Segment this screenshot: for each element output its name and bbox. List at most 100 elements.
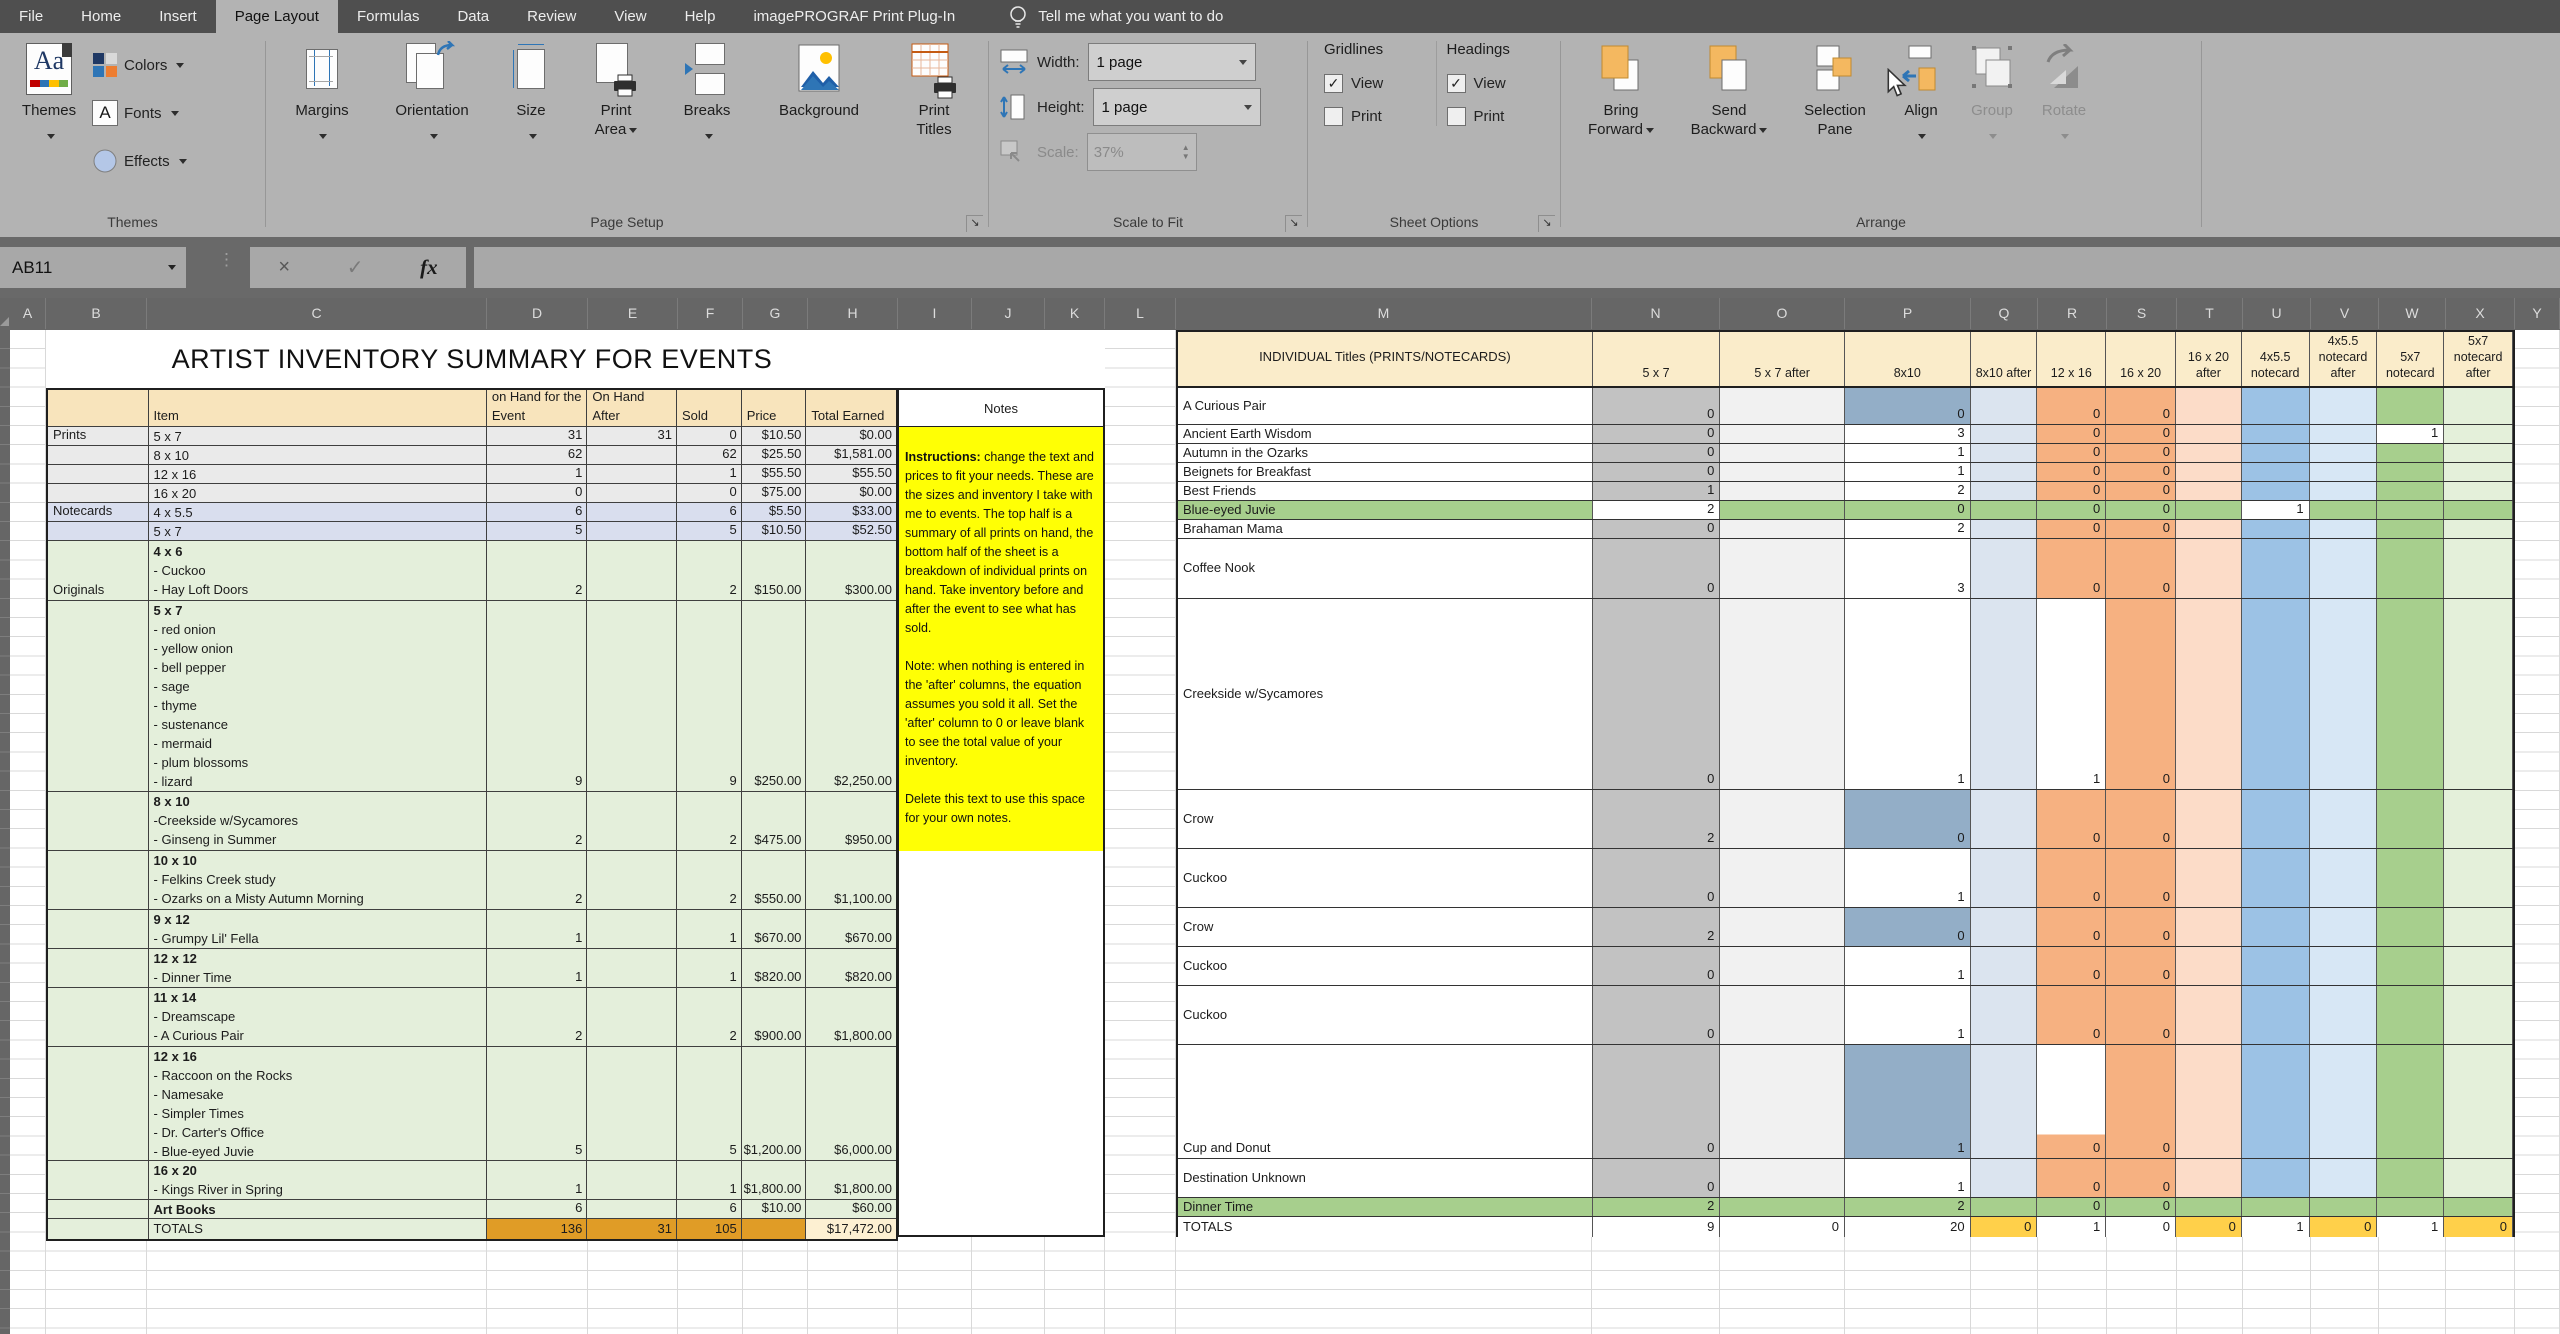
price-cell[interactable]: $5.50 — [742, 503, 807, 521]
total-cell[interactable]: $52.50 — [806, 522, 896, 540]
send-backward-button[interactable]: SendBackward — [1675, 39, 1783, 201]
count-cell[interactable] — [2377, 482, 2444, 500]
after-cell[interactable] — [587, 792, 677, 850]
count-cell[interactable] — [1971, 520, 2038, 538]
scale-spinner[interactable]: 37% ▲▼ — [1087, 133, 1197, 171]
right-col-header-Q[interactable]: 8x10 after — [1971, 332, 2038, 386]
tab-page-layout[interactable]: Page Layout — [216, 0, 338, 33]
title-cell[interactable]: Destination Unknown — [1178, 1159, 1593, 1197]
tab-data[interactable]: Data — [438, 0, 508, 33]
count-cell[interactable] — [2176, 482, 2242, 500]
title-cell[interactable]: Crow — [1178, 908, 1593, 946]
gridlines-print-checkbox[interactable]: Print — [1324, 107, 1432, 126]
count-cell[interactable]: 0 — [2106, 1217, 2176, 1237]
total-cell[interactable]: $6,000.00 — [806, 1047, 896, 1160]
count-cell[interactable] — [2176, 539, 2242, 598]
price-cell[interactable]: $1,200.00 — [742, 1047, 807, 1160]
count-cell[interactable]: 0 — [1593, 425, 1721, 443]
colors-button[interactable]: Colors — [92, 45, 187, 85]
after-cell[interactable] — [587, 988, 677, 1046]
price-cell[interactable]: $250.00 — [742, 601, 807, 791]
sold-cell[interactable]: 1 — [677, 465, 742, 483]
margins-button[interactable]: Margins — [274, 39, 370, 201]
count-cell[interactable]: 0 — [2106, 539, 2176, 598]
spinner-arrows-icon[interactable]: ▲▼ — [1182, 145, 1190, 160]
left-col-header[interactable]: on Hand for the Event — [487, 390, 588, 426]
after-cell[interactable]: 31 — [587, 427, 677, 445]
count-cell[interactable]: 1 — [1845, 849, 1971, 907]
count-cell[interactable]: 0 — [2106, 520, 2176, 538]
count-cell[interactable]: 0 — [2037, 849, 2106, 907]
sold-cell[interactable]: 1 — [677, 1161, 742, 1199]
right-col-header-N[interactable]: 5 x 7 — [1593, 332, 1721, 386]
after-cell[interactable] — [587, 1161, 677, 1199]
count-cell[interactable] — [2377, 986, 2444, 1044]
count-cell[interactable] — [1720, 520, 1845, 538]
right-col-header-W[interactable]: 5x7 notecard — [2377, 332, 2444, 386]
count-cell[interactable] — [2242, 947, 2310, 985]
total-cell[interactable]: $1,100.00 — [806, 851, 896, 909]
enter-icon[interactable]: ✓ — [347, 255, 364, 280]
count-cell[interactable] — [2377, 463, 2444, 481]
on-hand-cell[interactable]: 136 — [487, 1219, 588, 1239]
count-cell[interactable] — [2310, 463, 2378, 481]
total-cell[interactable]: $300.00 — [806, 541, 896, 600]
count-cell[interactable]: 0 — [2106, 501, 2176, 519]
notes-instructions[interactable]: Instructions: change the text and prices… — [899, 427, 1103, 851]
count-cell[interactable] — [2444, 1045, 2513, 1158]
sold-cell[interactable]: 2 — [677, 792, 742, 850]
count-cell[interactable]: 0 — [1845, 908, 1971, 946]
price-cell[interactable]: $670.00 — [742, 910, 807, 948]
count-cell[interactable]: 0 — [1593, 444, 1721, 462]
count-cell[interactable]: 0 — [2037, 482, 2106, 500]
formula-input[interactable] — [474, 247, 2560, 288]
sold-cell[interactable]: 1 — [677, 910, 742, 948]
right-col-header-R[interactable]: 12 x 16 — [2037, 332, 2106, 386]
count-cell[interactable] — [2444, 1159, 2513, 1197]
count-cell[interactable] — [2176, 520, 2242, 538]
total-cell[interactable]: $670.00 — [806, 910, 896, 948]
sold-cell[interactable]: 1 — [677, 949, 742, 987]
count-cell[interactable]: 2 — [1593, 790, 1721, 848]
sold-cell[interactable]: 62 — [677, 446, 742, 464]
count-cell[interactable] — [2444, 599, 2513, 789]
count-cell[interactable]: 1 — [2242, 1217, 2310, 1237]
after-cell[interactable] — [587, 503, 677, 521]
count-cell[interactable] — [2310, 849, 2378, 907]
title-cell[interactable]: Beignets for Breakfast — [1178, 463, 1593, 481]
after-cell[interactable] — [587, 1200, 677, 1218]
count-cell[interactable] — [2444, 790, 2513, 848]
themes-button[interactable]: AaThemes — [8, 39, 90, 201]
item-cell[interactable]: 12 x 16- Raccoon on the Rocks- Namesake-… — [149, 1047, 487, 1160]
total-cell[interactable]: $0.00 — [806, 484, 896, 502]
count-cell[interactable] — [1971, 1159, 2038, 1197]
tab-review[interactable]: Review — [508, 0, 595, 33]
column-header-W[interactable]: W — [2379, 298, 2446, 329]
page-setup-dialog-launcher-icon[interactable]: ↘ — [966, 215, 983, 232]
count-cell[interactable] — [2242, 482, 2310, 500]
category-cell[interactable] — [48, 1219, 149, 1239]
height-combobox[interactable]: 1 page — [1093, 88, 1261, 126]
orientation-button[interactable]: Orientation — [372, 39, 492, 201]
on-hand-cell[interactable]: 2 — [487, 792, 588, 850]
count-cell[interactable] — [1971, 1198, 2038, 1216]
count-cell[interactable]: 0 — [2106, 849, 2176, 907]
on-hand-cell[interactable]: 9 — [487, 601, 588, 791]
count-cell[interactable] — [1971, 599, 2038, 789]
left-col-header[interactable]: Price — [742, 390, 807, 426]
item-cell[interactable]: 4 x 6- Cuckoo- Hay Loft Doors — [149, 541, 487, 600]
tab-insert[interactable]: Insert — [140, 0, 216, 33]
count-cell[interactable] — [2377, 388, 2444, 424]
count-cell[interactable] — [2242, 444, 2310, 462]
group-button[interactable]: Group — [1957, 39, 2027, 201]
count-cell[interactable] — [1971, 539, 2038, 598]
size-button[interactable]: Size — [494, 39, 568, 201]
count-cell[interactable]: 0 — [2106, 463, 2176, 481]
count-cell[interactable] — [2377, 501, 2444, 519]
sold-cell[interactable]: 2 — [677, 988, 742, 1046]
count-cell[interactable] — [1720, 539, 1845, 598]
item-cell[interactable]: Art Books — [149, 1200, 487, 1218]
title-cell[interactable]: Brahaman Mama — [1178, 520, 1593, 538]
count-cell[interactable] — [2310, 1045, 2378, 1158]
name-box[interactable]: AB11 — [0, 247, 186, 288]
